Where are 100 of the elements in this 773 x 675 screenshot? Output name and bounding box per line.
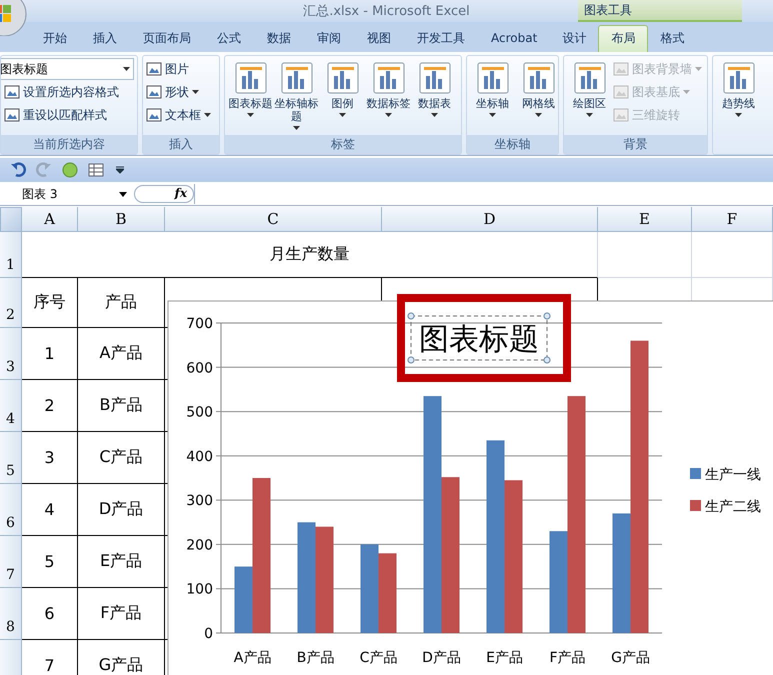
table-cell: 7 <box>22 640 78 675</box>
ribbon-button[interactable]: 趋势线 <box>716 58 761 117</box>
group-label: 标签 <box>225 135 461 154</box>
ribbon-tab[interactable]: 开发工具 <box>404 26 478 52</box>
table-cell: 1 <box>22 328 78 380</box>
picture-icon <box>146 107 162 123</box>
ribbon-tab[interactable]: 格式 <box>648 26 696 52</box>
row-header[interactable]: 7 <box>0 536 22 588</box>
axis-label: F产品 <box>549 650 586 666</box>
ribbon-tab[interactable]: 公式 <box>204 26 254 52</box>
ribbon-button[interactable]: 重设以匹配样式 <box>4 104 134 126</box>
row-header[interactable]: 3 <box>0 328 22 380</box>
ribbon-tab[interactable]: 设计 <box>550 26 598 52</box>
empty-cell[interactable] <box>692 232 773 278</box>
caret-icon <box>683 90 690 94</box>
insert-function-button[interactable]: fx <box>134 185 194 203</box>
ribbon-button[interactable]: 设置所选内容格式 <box>4 81 134 103</box>
table-cell: 6 <box>22 588 78 640</box>
ribbon-button[interactable]: 坐标轴 <box>470 58 515 117</box>
customize-caret-icon[interactable] <box>116 166 124 174</box>
table-cell: G产品 <box>78 640 165 675</box>
empty-cell[interactable] <box>598 232 692 278</box>
bar-chart-icon <box>476 62 508 94</box>
column-header[interactable]: E <box>598 207 692 232</box>
row-header[interactable]: 5 <box>0 432 22 484</box>
axis-label: 500 <box>186 404 213 421</box>
ribbon-button[interactable]: 图表标题 <box>228 58 273 117</box>
caret-icon <box>489 113 496 117</box>
column-header[interactable]: D <box>382 207 598 232</box>
ribbon-button[interactable]: 网格线 <box>516 58 558 117</box>
table-cell: E产品 <box>78 536 165 588</box>
axis-label: D产品 <box>422 650 461 666</box>
contextual-tab-header: 图表工具 <box>578 0 742 22</box>
ribbon-button[interactable]: 图例 <box>320 58 365 117</box>
window-title: 汇总.xlsx - Microsoft Excel <box>303 3 470 20</box>
axis-label: G产品 <box>611 650 650 666</box>
axis-label: E产品 <box>486 650 523 666</box>
table-icon[interactable] <box>88 162 106 178</box>
bar-chart-icon <box>418 62 450 94</box>
caret-icon <box>247 113 254 117</box>
ribbon-button[interactable]: 图片 <box>146 58 211 80</box>
group-label: 坐标轴 <box>467 135 558 154</box>
bar-chart-icon <box>372 62 404 94</box>
caret-icon <box>293 126 300 130</box>
table-cell: 月生产数量 <box>22 232 598 278</box>
ribbon-tab[interactable]: 页面布局 <box>130 26 204 52</box>
name-box[interactable]: 图表 3 <box>0 186 130 202</box>
caret-icon <box>695 67 702 71</box>
table-cell: 5 <box>22 536 78 588</box>
axis-label: 400 <box>186 448 213 465</box>
row-header[interactable]: 1 <box>0 232 22 278</box>
axis-label: 600 <box>186 360 213 376</box>
ribbon-tab[interactable]: 开始 <box>30 26 80 52</box>
table-cell: 序号 <box>22 278 78 328</box>
redo-icon[interactable] <box>36 162 52 178</box>
axis-label: 700 <box>186 316 213 332</box>
column-header[interactable]: B <box>78 207 165 232</box>
caret-icon <box>123 67 130 71</box>
ribbon-tab[interactable]: 数据 <box>254 26 304 52</box>
ribbon-button[interactable]: 数据标签 <box>366 58 411 117</box>
undo-icon[interactable] <box>10 162 26 178</box>
selection-dropdown[interactable]: 图表标题 <box>1 58 134 80</box>
axis-label: 200 <box>186 537 213 554</box>
table-cell: 3 <box>22 432 78 484</box>
table-cell: 产品 <box>78 278 165 328</box>
ribbon-button[interactable]: 绘图区 <box>567 58 612 117</box>
bar-chart-icon <box>280 62 312 94</box>
circle-icon[interactable] <box>62 162 78 178</box>
caret-icon <box>339 113 346 117</box>
ribbon-button[interactable]: 形状 <box>146 81 211 103</box>
ribbon-tab[interactable]: Acrobat <box>478 26 550 52</box>
bar-chart-icon <box>722 62 754 94</box>
table-cell: 2 <box>22 380 78 432</box>
ribbon-tab[interactable]: 插入 <box>80 26 130 52</box>
row-header[interactable]: 4 <box>0 380 22 432</box>
table-cell: 4 <box>22 484 78 536</box>
group-label: 背景 <box>564 135 707 154</box>
ribbon-button[interactable]: 数据表 <box>412 58 457 117</box>
ribbon-tab[interactable]: 布局 <box>598 25 648 52</box>
caret-icon <box>535 113 542 117</box>
caret-icon <box>385 113 392 117</box>
select-all-button[interactable] <box>0 207 22 232</box>
row-header[interactable]: 2 <box>0 278 22 328</box>
legend-label: 生产二线 <box>705 499 761 515</box>
table-cell: D产品 <box>78 484 165 536</box>
selection-box[interactable] <box>408 312 550 364</box>
picture-icon <box>613 61 629 77</box>
row-header[interactable]: 8 <box>0 588 22 640</box>
ribbon-button[interactable]: 文本框 <box>146 104 211 126</box>
ribbon-tab[interactable]: 视图 <box>354 26 404 52</box>
column-header[interactable]: C <box>165 207 382 232</box>
axis-label: B产品 <box>296 650 334 666</box>
picture-icon <box>613 84 629 100</box>
table-cell: C产品 <box>78 432 165 484</box>
column-header[interactable]: A <box>22 207 78 232</box>
row-header[interactable]: 6 <box>0 484 22 536</box>
column-header[interactable]: F <box>692 207 773 232</box>
ribbon-tab[interactable]: 审阅 <box>304 26 354 52</box>
ribbon-button[interactable]: 坐标轴标题 <box>274 58 319 130</box>
axis-label: 300 <box>186 493 213 510</box>
